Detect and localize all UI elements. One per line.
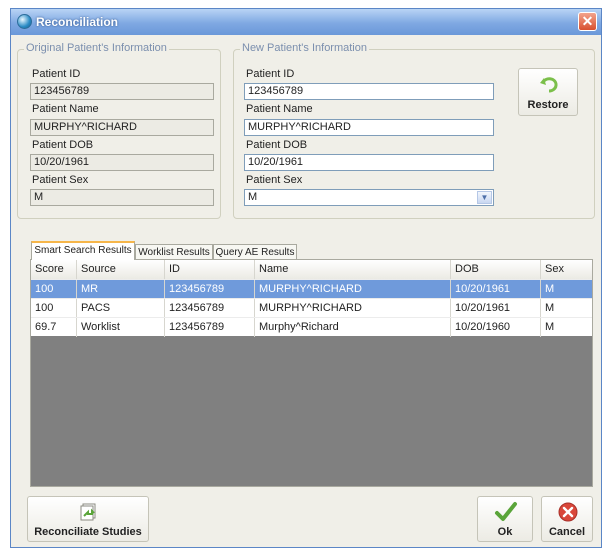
new-patient-id-label: Patient ID — [246, 68, 295, 80]
new-patient-group: New Patient's Information Patient ID 123… — [233, 42, 595, 219]
reconciliation-window: Reconciliation ✕ Original Patient's Info… — [10, 8, 602, 548]
cell-dob: 10/20/1960 — [451, 318, 541, 337]
original-patient-id-field: 123456789 — [30, 83, 214, 100]
restore-button-label: Restore — [527, 99, 569, 111]
table-row[interactable]: 100 MR 123456789 MURPHY^RICHARD 10/20/19… — [31, 279, 592, 299]
new-patient-name-label: Patient Name — [246, 103, 313, 115]
new-patient-legend: New Patient's Information — [240, 42, 369, 54]
column-header-score[interactable]: Score — [31, 260, 77, 279]
ok-button[interactable]: Ok — [477, 496, 533, 542]
tab-worklist-results[interactable]: Worklist Results — [135, 244, 213, 260]
cell-name: MURPHY^RICHARD — [255, 299, 451, 318]
cancel-button-label: Cancel — [548, 526, 586, 538]
undo-arrow-icon — [540, 77, 558, 93]
original-patient-id-label: Patient ID — [32, 68, 81, 80]
checkmark-icon — [495, 502, 517, 521]
new-patient-dob-label: Patient DOB — [246, 139, 308, 151]
tab-smart-search-results[interactable]: Smart Search Results — [31, 241, 135, 260]
cell-source: MR — [77, 280, 165, 299]
app-icon — [17, 14, 32, 29]
reconcile-documents-icon — [80, 503, 96, 521]
ok-button-label: Ok — [497, 526, 513, 538]
cell-name: MURPHY^RICHARD — [255, 280, 451, 299]
results-header-row: Score Source ID Name DOB Sex — [31, 260, 592, 279]
original-patient-dob-field: 10/20/1961 — [30, 154, 214, 171]
new-patient-sex-value: M — [248, 191, 258, 203]
original-patient-sex-label: Patient Sex — [32, 174, 89, 186]
new-patient-sex-label: Patient Sex — [246, 174, 303, 186]
new-patient-id-input[interactable]: 123456789 — [244, 83, 494, 100]
original-patient-dob-label: Patient DOB — [32, 139, 94, 151]
cancel-x-circle-icon — [558, 502, 578, 522]
cell-score: 69.7 — [31, 318, 77, 337]
original-patient-sex-field: M — [30, 189, 214, 206]
close-button[interactable]: ✕ — [578, 12, 597, 31]
cell-id: 123456789 — [165, 299, 255, 318]
new-patient-dob-input[interactable]: 10/20/1961 — [244, 154, 494, 171]
cell-name: Murphy^Richard — [255, 318, 451, 337]
results-grid[interactable]: Score Source ID Name DOB Sex 100 MR 1234… — [30, 259, 593, 487]
window-title: Reconciliation — [36, 15, 119, 29]
column-header-id[interactable]: ID — [165, 260, 255, 279]
cell-source: Worklist — [77, 318, 165, 337]
cell-dob: 10/20/1961 — [451, 299, 541, 318]
title-bar[interactable]: Reconciliation ✕ — [11, 9, 601, 35]
original-patient-legend: Original Patient's Information — [24, 42, 169, 54]
cell-sex: M — [545, 302, 555, 314]
restore-button[interactable]: Restore — [518, 68, 578, 116]
cell-source: PACS — [77, 299, 165, 318]
table-row[interactable]: 100 PACS 123456789 MURPHY^RICHARD 10/20/… — [31, 298, 592, 318]
reconciliate-studies-button[interactable]: Reconciliate Studies — [27, 496, 149, 542]
new-patient-name-input[interactable]: MURPHY^RICHARD — [244, 119, 494, 136]
cell-id: 123456789 — [165, 280, 255, 299]
original-patient-name-label: Patient Name — [32, 103, 99, 115]
reconciliate-studies-label: Reconciliate Studies — [34, 526, 142, 538]
tab-query-ae-results[interactable]: Query AE Results — [213, 244, 297, 260]
original-patient-group: Original Patient's Information Patient I… — [17, 42, 221, 219]
cell-sex: M — [545, 283, 555, 295]
column-header-name[interactable]: Name — [255, 260, 451, 279]
cancel-button[interactable]: Cancel — [541, 496, 593, 542]
cell-id: 123456789 — [165, 318, 255, 337]
chevron-down-icon[interactable]: ▼ — [477, 191, 492, 204]
cell-sex: M — [545, 321, 555, 333]
column-header-dob[interactable]: DOB — [451, 260, 541, 279]
table-row[interactable]: 69.7 Worklist 123456789 Murphy^Richard 1… — [31, 317, 592, 337]
column-header-sex[interactable]: Sex — [541, 260, 592, 279]
cell-score: 100 — [31, 299, 77, 318]
new-patient-sex-select[interactable]: M ▼ — [244, 189, 494, 206]
cell-dob: 10/20/1961 — [451, 280, 541, 299]
cell-score: 100 — [31, 280, 77, 299]
column-header-source[interactable]: Source — [77, 260, 165, 279]
original-patient-name-field: MURPHY^RICHARD — [30, 119, 214, 136]
